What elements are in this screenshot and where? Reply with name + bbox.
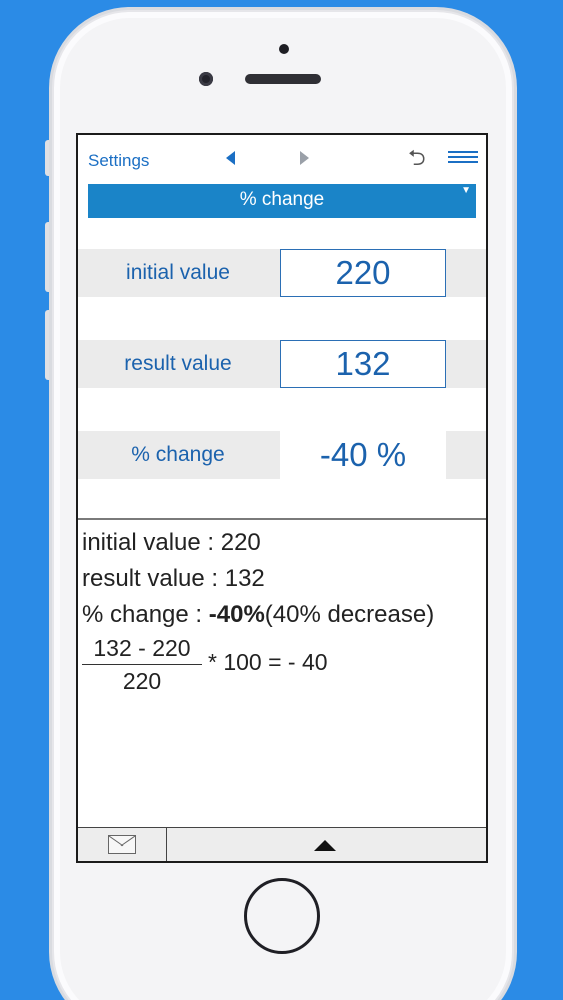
- change-prefix: % change :: [82, 601, 209, 628]
- mode-select-value: % change: [239, 189, 325, 210]
- change-bold-value: -40%: [208, 601, 265, 628]
- results-panel: initial value : 220 result value : 132 %…: [82, 525, 486, 694]
- triangle-left-icon[interactable]: [226, 151, 235, 165]
- result-result-line: result value : 132: [82, 565, 265, 592]
- result-value-input[interactable]: 132: [280, 340, 446, 388]
- toolbar: Settings ⮌: [78, 135, 486, 181]
- percent-change-label: % change: [131, 443, 225, 466]
- front-camera-icon: [199, 72, 213, 86]
- undo-icon[interactable]: ⮌: [408, 147, 426, 169]
- fraction-denominator: 220: [122, 668, 162, 694]
- caret-down-icon: ▼: [461, 185, 471, 196]
- settings-button[interactable]: Settings: [88, 151, 149, 171]
- home-button[interactable]: [244, 878, 320, 954]
- result-initial-line: initial value : 220: [82, 529, 261, 556]
- initial-value-row: initial value 220: [78, 249, 486, 297]
- proximity-sensor: [279, 44, 289, 54]
- percent-change-row: % change -40 %: [78, 431, 486, 479]
- formula-rest: * 100 = - 40: [208, 649, 328, 675]
- change-suffix: (40% decrease): [264, 601, 435, 628]
- result-change-line: % change : -40%(40% decrease): [82, 597, 486, 633]
- hamburger-menu-icon[interactable]: [448, 151, 478, 164]
- result-value-row: result value 132: [78, 340, 486, 388]
- fraction-bar: [82, 664, 202, 665]
- calculation-mode-select[interactable]: % change ▼: [88, 184, 476, 218]
- initial-value-input[interactable]: 220: [280, 249, 446, 297]
- result-value-label: result value: [124, 352, 232, 375]
- triangle-right-icon[interactable]: [300, 151, 309, 165]
- percent-change-output: -40 %: [280, 431, 446, 479]
- section-divider: [78, 518, 486, 520]
- app-screen: Settings ⮌ % change ▼ initial value 220 …: [76, 133, 488, 863]
- triangle-up-icon[interactable]: [314, 840, 336, 851]
- formula-fraction: 132 - 220 220: [82, 633, 202, 696]
- bottom-bar: [78, 827, 486, 861]
- fraction-numerator: 132 - 220: [93, 635, 191, 661]
- mail-button[interactable]: [78, 828, 167, 861]
- earpiece-speaker: [245, 74, 321, 84]
- initial-value-label: initial value: [126, 261, 230, 284]
- envelope-icon: [108, 835, 136, 854]
